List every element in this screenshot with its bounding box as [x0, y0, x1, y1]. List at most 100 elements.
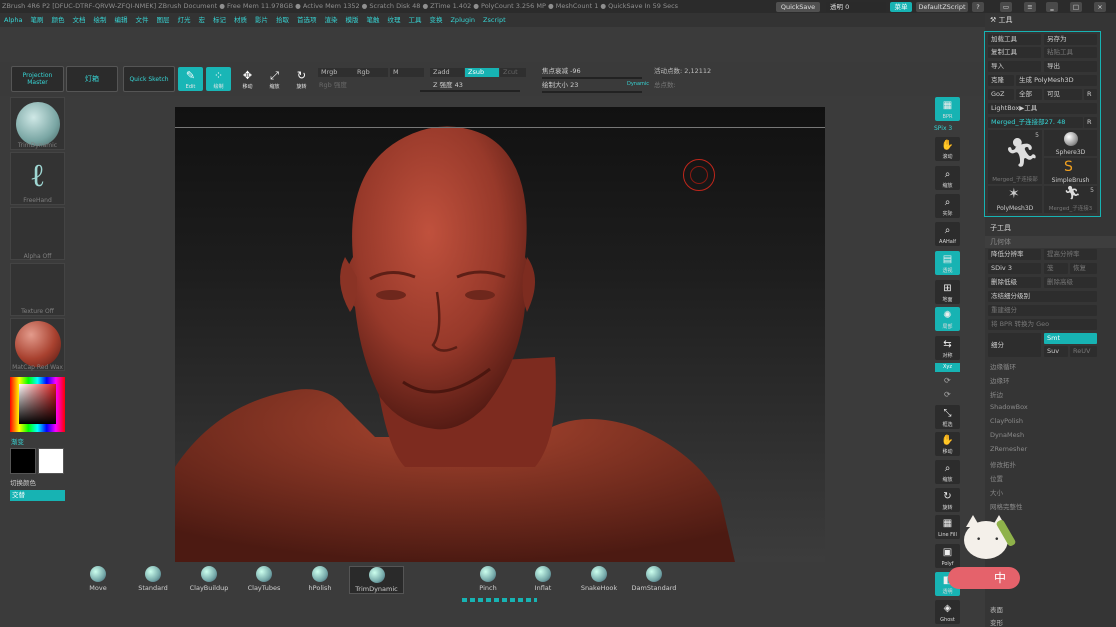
zoom-button[interactable]: ⌕ 缩放 [935, 166, 960, 190]
menu-macro[interactable]: 宏 [194, 13, 209, 27]
menu-color[interactable]: 颜色 [47, 13, 68, 27]
brush-claybuildup[interactable]: ClayBuildup [183, 566, 235, 594]
menu-picker[interactable]: 拾取 [272, 13, 293, 27]
export-button[interactable]: 导出 [1044, 61, 1097, 72]
close-icon[interactable]: × [1094, 2, 1106, 12]
edge-loop-item[interactable]: 边缘循环 [990, 361, 1016, 371]
layout-icon[interactable]: ▭ [1000, 2, 1012, 12]
rotate-view-button[interactable]: ↻ 旋转 [935, 488, 960, 512]
secondary-color-swatch[interactable] [38, 448, 64, 474]
sdiv-slider[interactable]: SDiv 3 [988, 263, 1041, 274]
load-tool-button[interactable]: 加载工具 [988, 34, 1041, 45]
rotate-mode-button[interactable]: ↻ 旋转 [289, 67, 314, 91]
transparency-slider[interactable]: 透明 0 [826, 2, 886, 12]
menu-light[interactable]: 灯光 [173, 13, 194, 27]
suv-toggle[interactable]: Suv [1044, 346, 1068, 357]
brush-standard[interactable]: Standard [127, 566, 179, 594]
draw-mode-button[interactable]: ⁘ 绘制 [206, 67, 231, 91]
size-item[interactable]: 大小 [990, 487, 1003, 497]
xyz-toggle[interactable]: Xyz [935, 363, 960, 372]
floor-button[interactable]: ⊞ 地面 [935, 280, 960, 304]
goz-all-button[interactable]: 全部 [1016, 89, 1042, 100]
bevel-item[interactable]: 折边 [990, 389, 1003, 399]
brush-snakehook[interactable]: SnakeHook [573, 566, 625, 594]
mrgb-button[interactable]: Mrgb [318, 68, 356, 77]
zadd-button[interactable]: Zadd [430, 68, 464, 77]
tool-thumb-sphere[interactable]: Sphere3D [1044, 130, 1097, 156]
lightbox-button[interactable]: 灯箱 [66, 66, 118, 92]
aahalf-button[interactable]: ⌕ AAHalf [935, 222, 960, 246]
menu-layer[interactable]: 图层 [152, 13, 173, 27]
paste-tool-button[interactable]: 粘贴工具 [1044, 47, 1097, 58]
menu-stencil[interactable]: 模版 [341, 13, 362, 27]
brush-pinch[interactable]: Pinch [462, 566, 514, 594]
freeze-subdiv-button[interactable]: 冻结细分级别 [988, 291, 1097, 302]
z-intensity-slider[interactable]: Z 强度 43 [433, 81, 523, 90]
lower-res-button[interactable]: 降低分辨率 [988, 249, 1041, 260]
axis-rotate-icon[interactable]: ⟳ [944, 376, 951, 385]
dynamesh-item[interactable]: DynaMesh [990, 431, 1024, 439]
delete-lower-button[interactable]: 删除低级 [988, 277, 1041, 288]
reconstruct-subdiv-button[interactable]: 重建细分 [988, 305, 1097, 316]
position-item[interactable]: 位置 [990, 473, 1003, 483]
higher-res-button[interactable]: 提高分辨率 [1044, 249, 1097, 260]
brush-move[interactable]: Move [72, 566, 124, 594]
maximize-icon[interactable]: □ [1070, 2, 1082, 12]
actual-button[interactable]: ⌕ 实际 [935, 194, 960, 218]
menu-transform[interactable]: 变换 [425, 13, 446, 27]
alternate-button[interactable]: 交替 [10, 490, 65, 501]
menu-texture[interactable]: 纹理 [383, 13, 404, 27]
clone-button[interactable]: 克隆 [988, 75, 1014, 86]
subtool-header[interactable]: 子工具 [985, 222, 1116, 234]
delete-higher-button[interactable]: 删除高级 [1044, 277, 1097, 288]
convert-bpr-button[interactable]: 将 BPR 转换为 Geo [988, 319, 1097, 330]
bpr-button[interactable]: ▦ BPR [935, 97, 960, 121]
scroll-button[interactable]: ✋ 滚动 [935, 137, 960, 161]
surface-item[interactable]: 表面 [990, 604, 1003, 614]
m-button[interactable]: M [390, 68, 424, 77]
menu-preferences[interactable]: 首选项 [293, 13, 321, 27]
focal-shift-slider[interactable]: 焦点衰减 -96 [542, 67, 642, 76]
symmetry-button[interactable]: ⇆ 对称 [935, 336, 960, 360]
quicksave-button[interactable]: QuickSave [776, 2, 820, 12]
make-polymesh-button[interactable]: 生成 PolyMesh3D [1016, 75, 1097, 86]
gradient-label[interactable]: 渐变 [11, 436, 24, 446]
crease-item[interactable]: 边缘环 [990, 375, 1010, 385]
scale-view-button[interactable]: ⌕ 缩放 [935, 460, 960, 484]
ghost-button[interactable]: ◈ Ghost [935, 600, 960, 624]
projection-master-button[interactable]: Projection Master [11, 66, 64, 92]
axis-rotate-y-icon[interactable]: ⟳ [944, 390, 951, 399]
menu-material[interactable]: 材质 [230, 13, 251, 27]
menu-draw[interactable]: 绘制 [89, 13, 110, 27]
lightbox-tools-button[interactable]: LightBox▶工具 [988, 103, 1097, 114]
menu-marker[interactable]: 标记 [209, 13, 230, 27]
brush-inflat[interactable]: Inflat [517, 566, 569, 594]
smt-toggle[interactable]: Smt [1044, 333, 1097, 344]
menu-zplugin[interactable]: Zplugin [446, 13, 479, 27]
menu-alpha[interactable]: Alpha [0, 13, 26, 27]
quick-sketch-button[interactable]: Quick Sketch [123, 66, 175, 92]
menu-brush[interactable]: 笔刷 [26, 13, 47, 27]
line-fill-button[interactable]: ▦ Line Fill [935, 515, 960, 539]
tool-thumb-merged[interactable]: 🏃︎ 5 Merged_子连接部 [988, 130, 1042, 184]
brush-hpolish[interactable]: hPolish [294, 566, 346, 594]
minimize-icon[interactable]: ‗ [1046, 2, 1058, 12]
brush-trimdynamic[interactable]: TrimDynamic [349, 566, 404, 594]
save-as-button[interactable]: 另存为 [1044, 34, 1097, 45]
goz-r-button[interactable]: R [1084, 89, 1097, 100]
menu-document[interactable]: 文档 [68, 13, 89, 27]
edit-mode-button[interactable]: ✎ Edit [178, 67, 203, 91]
canvas-viewport[interactable] [175, 107, 825, 562]
copy-tool-button[interactable]: 复制工具 [988, 47, 1041, 58]
zremesher-item[interactable]: ZRemesher [990, 445, 1027, 453]
settings-icon[interactable]: ≡ [1024, 2, 1036, 12]
reuv-toggle[interactable]: ReUV [1070, 346, 1097, 357]
menu-tool[interactable]: 工具 [404, 13, 425, 27]
shadowbox-item[interactable]: ShadowBox [990, 403, 1028, 411]
menu-render[interactable]: 渲染 [320, 13, 341, 27]
import-button[interactable]: 导入 [988, 61, 1041, 72]
tool-thumb-simplebrush[interactable]: S SimpleBrush [1044, 158, 1097, 184]
zsub-button[interactable]: Zsub [465, 68, 499, 77]
mesh-integrity-item[interactable]: 网格完整性 [990, 501, 1023, 511]
color-picker[interactable] [10, 377, 65, 432]
